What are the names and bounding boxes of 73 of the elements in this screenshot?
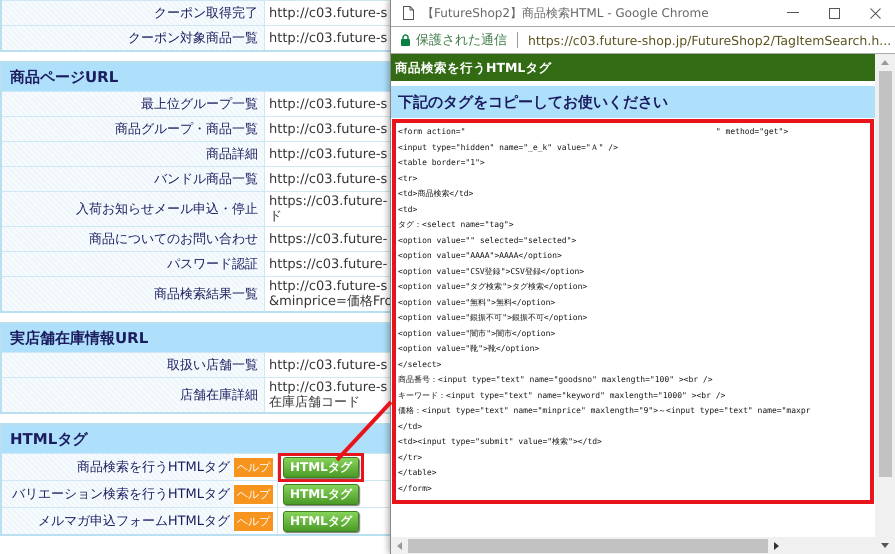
help-badge[interactable]: ヘルプ <box>234 458 273 476</box>
code-line: </tr> <box>398 452 424 464</box>
code-line: </select> <box>398 358 442 370</box>
document-icon <box>403 6 414 20</box>
code-line: <option value="闇市">闇市</option> <box>398 328 556 340</box>
code-line: <option value="CSV登録">CSV登録</option> <box>398 266 586 278</box>
close-icon[interactable] <box>870 8 881 18</box>
code-line: <table border="1"> <box>398 157 486 169</box>
security-label: 保護された通信 <box>416 32 507 49</box>
url-cell-text: https://c03.future- ド <box>268 193 388 226</box>
help-badge[interactable]: ヘルプ <box>234 484 273 504</box>
code-line: </form> <box>398 482 433 494</box>
code-line: <option value="" selected="selected"> <box>398 234 578 247</box>
code-line: </td> <box>398 420 424 432</box>
row-label: 商品グループ・商品一覧 <box>2 117 265 141</box>
url-cell-text: http://c03.future-s <box>268 146 388 164</box>
code-line: 商品番号：<input type="text" name="goodsno" maxlength="100" ><br /> <box>398 374 714 386</box>
section-header: 商品ページURL <box>2 63 390 91</box>
horizontal-scrollbar[interactable] <box>391 537 875 554</box>
row-label: バリエーション検索を行うHTMLタグ <box>2 481 234 507</box>
scroll-right-icon[interactable] <box>774 542 779 550</box>
html-tag-button[interactable]: HTMLタグ <box>283 510 359 532</box>
url-cell-text: https://c03.future- <box>268 230 388 248</box>
code-line: <input type="hidden" name="_e_k" value="Ａ" /> <box>398 142 619 154</box>
url-cell-text: http://c03.future-s <box>268 170 388 188</box>
url-cell-text: http://c03.future-s 在庫店舗コード <box>268 379 388 412</box>
url-cell-text: http://c03.future-s <box>268 30 388 48</box>
row-label: 最上位グループ一覧 <box>2 92 265 116</box>
minimize-icon[interactable] <box>787 12 799 14</box>
section-header: HTMLタグ <box>2 425 390 453</box>
row-label: メルマガ申込フォームHTMLタグ <box>2 508 234 534</box>
html-tag-button[interactable]: HTMLタグ <box>283 484 359 504</box>
code-line: タグ：<select name="tag"> <box>398 219 515 231</box>
url-cell-text: https://c03.future- <box>268 256 388 274</box>
maximize-icon[interactable] <box>829 8 840 18</box>
row-label: 商品についてのお問い合わせ <box>2 227 265 251</box>
row-label: 店舗在庫詳細 <box>2 378 265 412</box>
window-title: 【FutureShop2】商品検索HTML - Google Chrome <box>422 4 709 22</box>
code-line: </table> <box>398 467 438 479</box>
code-line: <option value="タグ検索">タグ検索</option> <box>398 281 588 293</box>
code-line: キーワード：<input type="text" name="keyword" maxlength="1000" ><br /> <box>398 390 726 402</box>
code-line: <td>商品検索</td> <box>398 188 474 200</box>
code-line: <option value="無料">無料</option> <box>398 296 556 309</box>
url-cell-text: http://c03.future-s <box>268 96 388 114</box>
row-label: 入荷お知らせメール申込・停止 <box>2 192 265 226</box>
popup-header: 商品検索を行うHTMLタグ <box>391 54 875 81</box>
section-header: 実店舗在庫情報URL <box>2 324 390 352</box>
code-line: <td><input type="submit" value="検索"></td> <box>398 436 603 448</box>
code-line: <td> <box>398 204 418 216</box>
row-label: 商品詳細 <box>2 142 265 166</box>
scroll-down-icon[interactable] <box>881 543 889 548</box>
address-bar[interactable]: https://c03.future-shop.jp/FutureShop2/TagItemSearch.h... <box>528 32 892 48</box>
row-label: クーポン取得完了 <box>2 1 265 25</box>
url-cell-text: http://c03.future-s <box>268 4 388 22</box>
code-line: <option value="靴">靴</option> <box>398 343 540 355</box>
html-tag-button[interactable]: HTMLタグ <box>283 456 359 478</box>
row-label: パスワード認証 <box>2 252 265 276</box>
code-line: 価格：<input type="text" name="minprice" maxlength="9">～<input type="text" name="maxpr <box>398 405 812 417</box>
lock-icon <box>401 34 410 46</box>
url-cell-text: http://c03.future-s <box>268 120 388 138</box>
row-label: バンドル商品一覧 <box>2 167 265 191</box>
row-label: 商品検索結果一覧 <box>2 277 265 311</box>
code-line: <form action=" " method="get"> <box>398 126 790 138</box>
vertical-scrollbar[interactable] <box>875 54 895 554</box>
code-line: <option value="AAAA">AAAA</option> <box>398 250 563 262</box>
help-badge[interactable]: ヘルプ <box>234 512 273 530</box>
row-label: 取扱い店舗一覧 <box>2 353 265 377</box>
instruction-heading: 下記のタグをコピーしてお使いください <box>391 86 875 118</box>
row-label: 商品検索を行うHTMLタグ <box>2 454 234 480</box>
row-label: クーポン対象商品一覧 <box>2 26 265 50</box>
code-line: <tr> <box>398 172 418 184</box>
code-line: <option value="銀振不可">銀振不可</option> <box>398 312 588 324</box>
url-cell-text: http://c03.future-s <box>268 356 388 374</box>
